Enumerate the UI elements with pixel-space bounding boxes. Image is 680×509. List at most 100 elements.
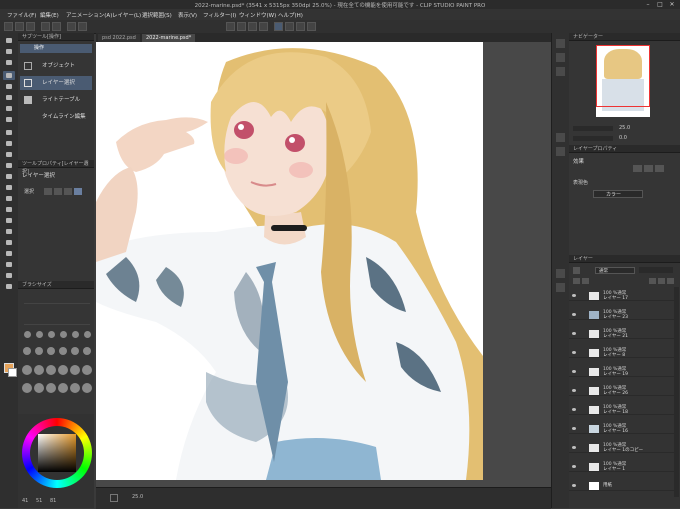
tab-2022-marine[interactable]: 2022-marine.psd* (142, 34, 196, 42)
text-tool-icon[interactable] (3, 260, 15, 269)
lock-icon[interactable] (649, 278, 656, 284)
brush-size-preset[interactable] (36, 331, 43, 338)
maximize-button[interactable]: □ (656, 1, 664, 8)
color-saturation-square[interactable] (38, 434, 76, 472)
brush-size-preset[interactable] (59, 347, 67, 355)
menu-filter[interactable]: フィルター(I) (203, 11, 236, 19)
eye-icon[interactable] (572, 389, 576, 392)
layer-row[interactable]: 100 %通常 レイヤー 23 (569, 310, 676, 320)
menu-view[interactable]: 表示(V) (178, 11, 197, 19)
pen-tool-icon[interactable] (3, 128, 15, 137)
minimize-button[interactable]: – (644, 1, 652, 8)
navigator-viewport[interactable] (596, 45, 650, 107)
snap-grid-icon[interactable] (248, 22, 257, 31)
canvas-paper[interactable] (96, 42, 483, 480)
panel-icon-5[interactable] (556, 147, 565, 156)
brush-size-preset[interactable] (60, 331, 67, 338)
layer-row[interactable]: 用紙 (569, 481, 676, 491)
pencil-tool-icon[interactable] (3, 139, 15, 148)
undo-icon[interactable] (41, 22, 50, 31)
perspective-icon[interactable] (285, 22, 294, 31)
eye-icon[interactable] (572, 370, 576, 373)
brush-size-preset[interactable] (58, 383, 68, 393)
clip-icon[interactable] (573, 278, 580, 284)
layer-row[interactable]: 100 %通常 レイヤー 1のコピー (569, 443, 676, 453)
brush-size-preset[interactable] (35, 347, 43, 355)
menu-layer[interactable]: レイヤー(L) (112, 11, 141, 19)
deselect-icon[interactable] (307, 22, 316, 31)
tab-psd-2022[interactable]: psd 2022.psd (98, 34, 140, 42)
menu-file[interactable]: ファイル(F) (7, 11, 36, 19)
new-file-icon[interactable] (4, 22, 13, 31)
fill-icon[interactable] (78, 22, 87, 31)
open-file-icon[interactable] (15, 22, 24, 31)
eye-icon[interactable] (572, 465, 576, 468)
panel-icon-6[interactable] (556, 269, 565, 278)
select-mode-icon-3[interactable] (64, 188, 72, 195)
eye-icon[interactable] (572, 446, 576, 449)
brush-size-preset[interactable] (34, 365, 44, 375)
panel-icon-3[interactable] (556, 67, 565, 76)
eye-icon[interactable] (572, 427, 576, 430)
select-mode-icon-1[interactable] (44, 188, 52, 195)
brush-size-preset[interactable] (72, 331, 79, 338)
brush-size-preset[interactable] (46, 383, 56, 393)
opacity-slider[interactable] (639, 267, 673, 273)
effect-icon-2[interactable] (644, 165, 653, 172)
expression-color-select[interactable]: カラー (593, 190, 643, 198)
layer-row[interactable]: 100 %通常 レイヤー 8 (569, 348, 676, 358)
reference-layer-icon[interactable] (582, 278, 589, 284)
brush-size-preset[interactable] (22, 383, 32, 393)
menu-animation[interactable]: アニメーション(A) (66, 11, 112, 19)
ruler-icon[interactable] (259, 22, 268, 31)
layer-tool-icon[interactable] (573, 267, 580, 274)
zoom-tool-icon[interactable] (3, 36, 15, 45)
menu-help[interactable]: ヘルプ(H) (278, 11, 303, 19)
brush-size-preset[interactable] (82, 365, 92, 375)
balloon-tool-icon[interactable] (3, 271, 15, 280)
gradient-tool-icon[interactable] (3, 216, 15, 225)
ruler-tool-icon[interactable] (3, 249, 15, 258)
figure-tool-icon[interactable] (3, 227, 15, 236)
brush-size-preset[interactable] (84, 331, 91, 338)
brush-size-preset[interactable] (82, 383, 92, 393)
brush-tool-icon[interactable] (3, 150, 15, 159)
brush-size-preset[interactable] (34, 383, 44, 393)
blend-mode-select[interactable]: 通常 (595, 267, 635, 274)
navigator-angle-slider[interactable] (573, 136, 613, 141)
brush-size-preset[interactable] (70, 365, 80, 375)
eye-icon[interactable] (572, 351, 576, 354)
layer-row[interactable]: 100 %通常 レイヤー 16 (569, 424, 676, 434)
sub-color-swatch[interactable] (8, 368, 17, 377)
panel-icon-4[interactable] (556, 133, 565, 142)
eraser-tool-icon[interactable] (3, 183, 15, 192)
sub-tool-group-tab[interactable]: 操作 (20, 44, 92, 53)
snap-special-ruler-icon[interactable] (237, 22, 246, 31)
eye-icon[interactable] (572, 332, 576, 335)
erase-icon[interactable] (67, 22, 76, 31)
selection-tool-icon[interactable] (3, 93, 15, 102)
layer-row[interactable]: 100 %通常 レイヤー 21 (569, 329, 676, 339)
brush-size-preset[interactable] (22, 365, 32, 375)
panel-icon-7[interactable] (556, 283, 565, 292)
snap-ruler-icon[interactable] (226, 22, 235, 31)
eye-icon[interactable] (572, 408, 576, 411)
save-icon[interactable] (26, 22, 35, 31)
decoration-tool-icon[interactable] (3, 172, 15, 181)
navigator-toggle-icon[interactable] (110, 494, 118, 502)
layer-scrollbar[interactable] (674, 287, 679, 497)
brush-size-preset[interactable] (24, 331, 31, 338)
brush-size-preset[interactable] (47, 347, 55, 355)
brush-size-preset[interactable] (71, 347, 79, 355)
effect-icon-3[interactable] (655, 165, 664, 172)
select-mode-icon-2[interactable] (54, 188, 62, 195)
eye-icon[interactable] (572, 313, 576, 316)
auto-select-tool-icon[interactable] (3, 104, 15, 113)
fill-tool-icon[interactable] (3, 205, 15, 214)
eye-icon[interactable] (572, 484, 576, 487)
mask-icon[interactable] (658, 278, 665, 284)
select-mode-icon-4[interactable] (74, 188, 82, 195)
brush-size-preset[interactable] (83, 347, 91, 355)
airbrush-tool-icon[interactable] (3, 161, 15, 170)
layer-color-icon[interactable] (667, 278, 674, 284)
